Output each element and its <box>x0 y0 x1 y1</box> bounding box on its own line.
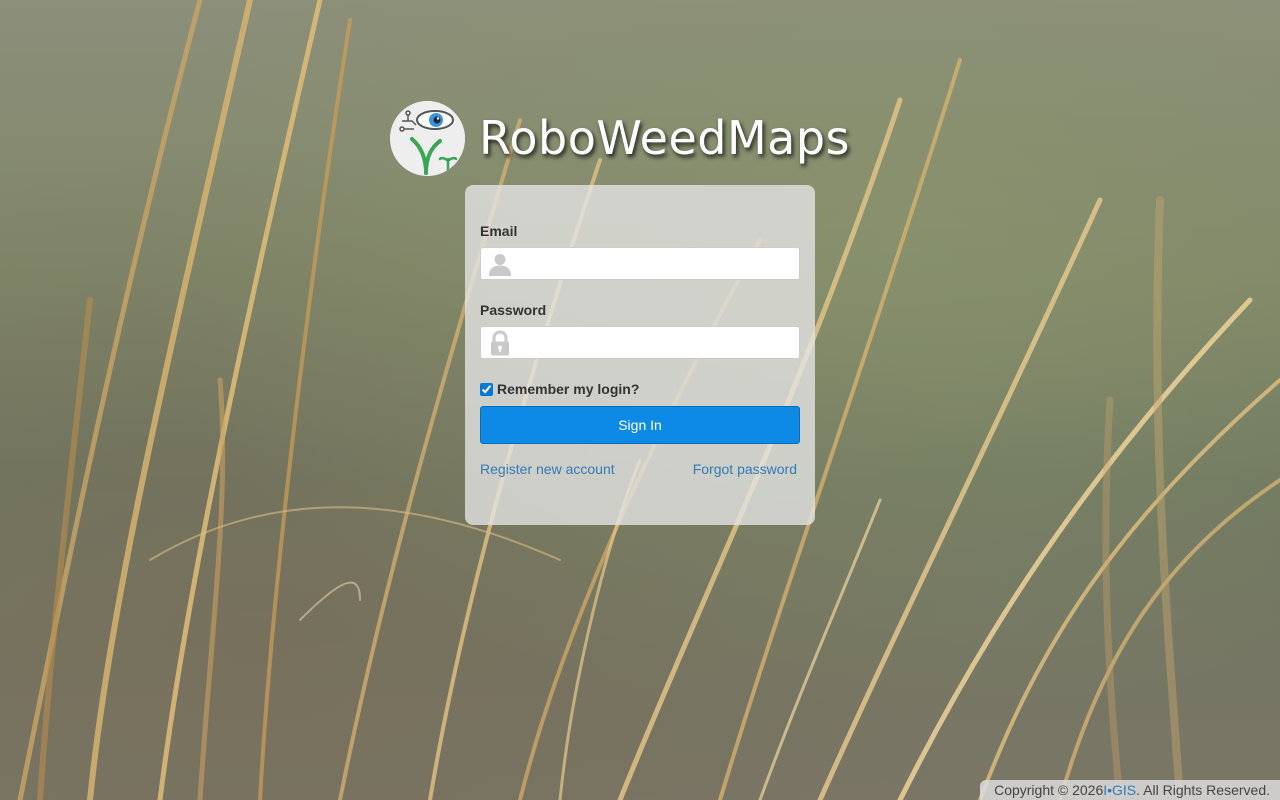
password-field-wrapper <box>480 326 800 360</box>
remember-login-label: Remember my login? <box>497 381 640 397</box>
company-link[interactable]: I•GIS <box>1103 782 1136 798</box>
remember-login[interactable]: Remember my login? <box>480 381 639 397</box>
lock-icon <box>491 330 509 356</box>
copyright-prefix: Copyright © 2026 <box>994 782 1104 798</box>
copyright-suffix: . All Rights Reserved. <box>1136 782 1270 798</box>
email-field-wrapper <box>480 247 800 281</box>
brand-title: RoboWeedMaps <box>479 111 851 165</box>
footer-copyright: Copyright © 2026 I•GIS. All Rights Reser… <box>980 780 1280 800</box>
brand-header: RoboWeedMaps <box>390 100 850 176</box>
password-input[interactable] <box>517 327 799 360</box>
email-input[interactable] <box>517 248 799 281</box>
register-new-account-link[interactable]: Register new account <box>480 461 615 477</box>
forgot-password-link[interactable]: Forgot password <box>693 461 797 477</box>
login-card: Email Password Remember my login? Sign I… <box>465 185 815 525</box>
password-label: Password <box>480 302 547 318</box>
email-label: Email <box>480 223 518 239</box>
sign-in-button[interactable]: Sign In <box>480 406 800 444</box>
remember-login-checkbox[interactable] <box>480 382 493 396</box>
robot-eye-plant-logo-icon <box>390 100 465 176</box>
user-icon <box>489 254 511 276</box>
